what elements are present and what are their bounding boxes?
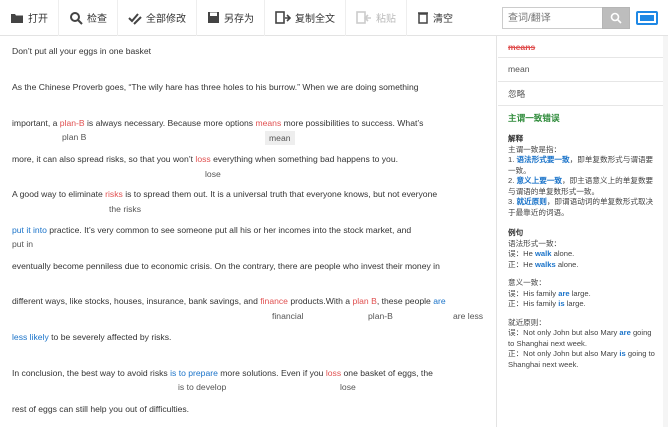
text-line: different ways, like stocks, houses, ins… xyxy=(12,296,446,306)
original-word: means xyxy=(498,36,668,58)
text-line: As the Chinese Proverb goes, “The wily h… xyxy=(12,82,419,92)
text-line: In conclusion, the best way to avoid ris… xyxy=(12,368,433,378)
wand-check-icon xyxy=(128,12,142,25)
text-line: less likely to be severely affected by r… xyxy=(12,332,172,342)
fix-all-button[interactable]: 全部修改 xyxy=(118,0,197,36)
search-icon xyxy=(610,12,622,24)
explanation-section: 解释 主谓一致是指： 1. 语法形式要一致，即单复数形式与谓语要一致。 2. 意… xyxy=(508,134,655,369)
trash-icon xyxy=(418,12,428,24)
error-word[interactable]: are xyxy=(433,296,445,306)
suggestion-text[interactable]: plan B xyxy=(62,132,86,142)
suggestion-text[interactable]: plan-B xyxy=(368,311,393,321)
magnifier-icon xyxy=(70,11,83,25)
search-area xyxy=(502,7,658,29)
text-line: put it into practice. It’s very common t… xyxy=(12,225,412,235)
check-button[interactable]: 检查 xyxy=(59,0,118,36)
toolbar: 打开 检查 全部修改 另存为 复制全文 粘贴 清空 xyxy=(0,0,668,36)
error-word[interactable]: means xyxy=(255,118,281,128)
folder-icon xyxy=(11,13,23,23)
text-line: more, it can also spread risks, so that … xyxy=(12,154,398,164)
error-word[interactable]: less likely xyxy=(12,332,49,342)
panel-scrollbar[interactable] xyxy=(663,36,668,427)
suggestion-highlighted[interactable]: mean xyxy=(265,131,295,145)
panel-toggle-icon[interactable] xyxy=(636,11,658,25)
text-line: Don’t put all your eggs in one basket xyxy=(12,46,152,56)
error-word[interactable]: plan B xyxy=(352,296,376,306)
error-word[interactable]: loss xyxy=(326,368,341,378)
search-button[interactable] xyxy=(602,7,630,29)
suggestion-text[interactable]: lose xyxy=(340,382,356,392)
suggestion-text[interactable]: lose xyxy=(205,169,221,179)
text-line: eventually become penniless due to econo… xyxy=(12,261,440,271)
copy-icon xyxy=(275,10,291,24)
suggestion-text[interactable]: are less xyxy=(453,311,483,321)
suggestion-text[interactable]: the risks xyxy=(109,204,141,214)
paste-icon xyxy=(356,10,371,24)
text-line: rest of eggs can still help you out of d… xyxy=(12,404,190,414)
error-word[interactable]: put it into xyxy=(12,225,47,235)
error-word[interactable]: is to prepare xyxy=(170,368,218,378)
document-editor[interactable]: Don’t put all your eggs in one basket As… xyxy=(0,36,497,427)
error-word[interactable]: risks xyxy=(105,189,123,199)
clear-button[interactable]: 清空 xyxy=(407,0,463,36)
paste-button[interactable]: 粘贴 xyxy=(346,0,407,36)
save-icon xyxy=(208,12,219,23)
text-line: important, a plan-B is always necessary.… xyxy=(12,118,424,128)
suggestion-text[interactable]: financial xyxy=(272,311,304,321)
ignore-button[interactable]: 忽略 xyxy=(498,82,668,106)
save-as-button[interactable]: 另存为 xyxy=(197,0,265,36)
correction-panel: means mean 忽略 主谓一致错误 解释 主谓一致是指： 1. 语法形式要… xyxy=(498,36,668,427)
replacement-option[interactable]: mean xyxy=(498,58,668,82)
copy-all-button[interactable]: 复制全文 xyxy=(265,0,346,36)
suggestion-text[interactable]: is to develop xyxy=(178,382,226,392)
error-word[interactable]: finance xyxy=(260,296,288,306)
search-input[interactable] xyxy=(502,7,602,29)
error-word[interactable]: plan-B xyxy=(60,118,85,128)
text-line: A good way to eliminate risks is to spre… xyxy=(12,189,438,199)
suggestion-text[interactable]: put in xyxy=(12,239,33,249)
open-button[interactable]: 打开 xyxy=(0,0,59,36)
error-word[interactable]: loss xyxy=(195,154,210,164)
rule-title: 主谓一致错误 xyxy=(508,113,560,123)
